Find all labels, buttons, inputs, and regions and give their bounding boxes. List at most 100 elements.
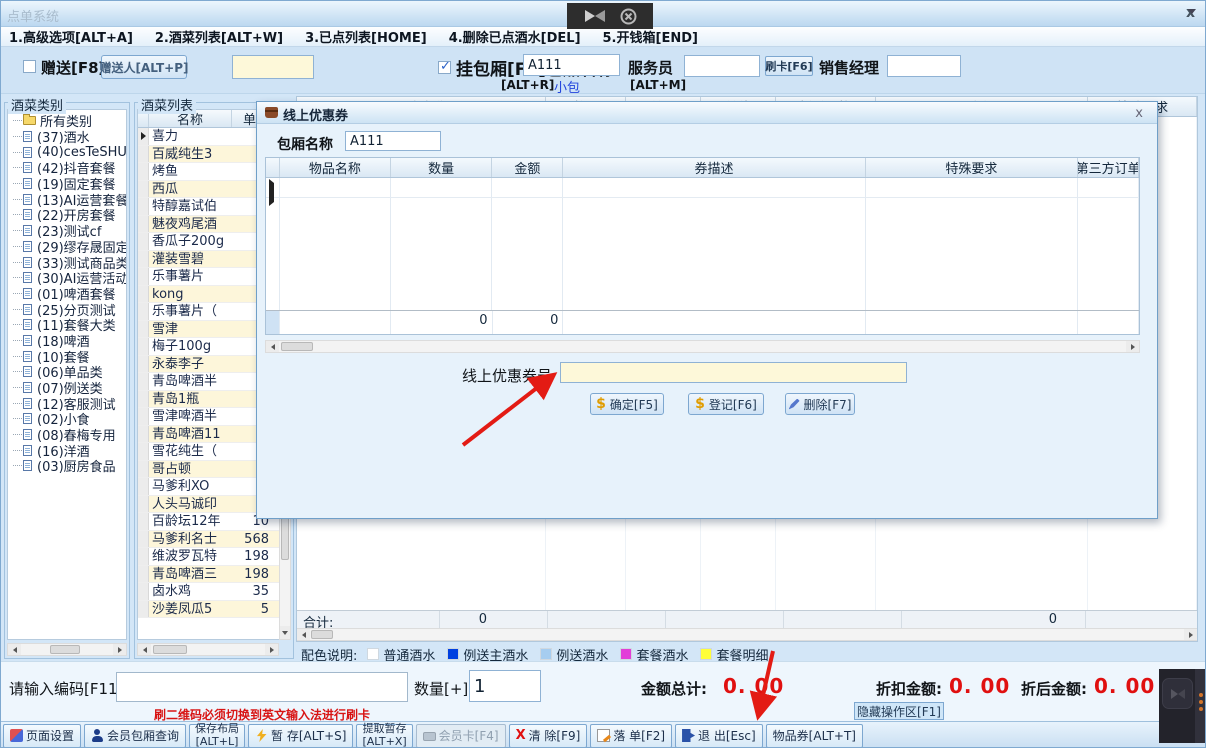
scroll-thumb[interactable] bbox=[50, 645, 80, 654]
taskbar-button-提取暂存[interactable]: 提取暂存[ALT+X] bbox=[356, 724, 412, 748]
register-button[interactable]: $登记[F6] bbox=[688, 393, 764, 415]
taskbar-button-保存布局[interactable]: 保存布局[ALT+L] bbox=[189, 724, 245, 748]
dish-name-cell: 喜力 bbox=[149, 128, 232, 145]
taskbar-button-会员包厢查询[interactable]: 会员包厢查询 bbox=[84, 724, 186, 748]
category-item[interactable]: (37)酒水 bbox=[8, 129, 126, 145]
dish-price-cell: 568 bbox=[232, 531, 280, 548]
recorder-menu-dots-icon[interactable] bbox=[1199, 700, 1203, 704]
legend-swatch bbox=[367, 648, 379, 660]
gift-person-input[interactable] bbox=[232, 55, 314, 79]
coupon-number-input[interactable] bbox=[560, 362, 907, 383]
menu-item-3[interactable]: 3.已点列表[HOME] bbox=[305, 27, 427, 46]
coupon-column-header: 第三方订单 bbox=[1078, 158, 1139, 177]
dialog-room-input[interactable] bbox=[345, 131, 441, 151]
taskbar-button-会员卡F4[interactable]: 会员卡[F4] bbox=[416, 724, 506, 748]
row-selector bbox=[138, 548, 149, 565]
taskbar-button-label: 保存布局 bbox=[195, 723, 239, 736]
row-selector bbox=[138, 216, 149, 233]
hide-panel-button[interactable]: 隐藏操作区[F1] bbox=[854, 702, 944, 720]
row-selector bbox=[138, 146, 149, 163]
tree-connector bbox=[13, 340, 22, 341]
delete-button[interactable]: 删除[F7] bbox=[785, 393, 855, 415]
taskbar-button-退出Esc[interactable]: 退 出[Esc] bbox=[675, 724, 763, 748]
quantity-input[interactable] bbox=[469, 670, 541, 702]
doc-icon bbox=[23, 351, 32, 362]
dish-name-cell: 哥占顿 bbox=[149, 461, 232, 478]
scroll-right-icon[interactable] bbox=[1126, 341, 1139, 352]
dish-row[interactable]: 青岛啤酒三198 bbox=[138, 566, 280, 584]
legend-swatch bbox=[700, 648, 712, 660]
scroll-right-icon[interactable] bbox=[113, 644, 126, 655]
scroll-down-icon[interactable] bbox=[280, 626, 290, 639]
bottom-panel: 请输入编码[F11]: 刷二维码必须切换到英文输入法进行刷卡 数量[+]: 金额… bbox=[1, 661, 1205, 721]
waiter-input[interactable] bbox=[684, 55, 760, 77]
row-selector bbox=[138, 198, 149, 215]
scroll-left-icon[interactable] bbox=[297, 629, 310, 640]
taskbar-button-页面设置[interactable]: 页面设置 bbox=[3, 724, 81, 748]
recorder-close-icon[interactable] bbox=[620, 8, 637, 25]
dollar-icon: $ bbox=[596, 396, 606, 412]
waiter-shortcut-label: [ALT+M] bbox=[630, 78, 686, 92]
category-panel-title: 酒菜类别 bbox=[8, 95, 66, 114]
menu-overflow-chevron-icon[interactable] bbox=[1188, 9, 1196, 14]
coupon-summary-cell: 0 bbox=[493, 311, 564, 334]
menu-bar: 1.高级选项[ALT+A] 2.酒菜列表[ALT+W] 3.已点列表[HOME] 4.… bbox=[1, 27, 1205, 47]
code-input[interactable] bbox=[116, 672, 408, 702]
row-selector bbox=[138, 583, 149, 600]
menu-item-2[interactable]: 2.酒菜列表[ALT+W] bbox=[155, 27, 283, 46]
row-selector bbox=[138, 513, 149, 530]
coupon-purse-icon bbox=[265, 107, 278, 118]
swipe-card-button[interactable]: 刷卡[F6] bbox=[765, 56, 813, 76]
row-selector bbox=[138, 163, 149, 180]
category-item-label: (37)酒水 bbox=[37, 127, 90, 146]
dish-row[interactable]: 沙姜凤瓜55 bbox=[138, 601, 280, 619]
coupon-grid-summary: 00 bbox=[266, 310, 1139, 334]
category-item[interactable]: (03)厨房食品 bbox=[8, 458, 126, 474]
row-selector bbox=[138, 408, 149, 425]
room-checkbox[interactable] bbox=[438, 61, 451, 74]
menu-item-4[interactable]: 4.删除已点酒水[DEL] bbox=[449, 27, 581, 46]
gift-checkbox[interactable] bbox=[23, 60, 36, 73]
scroll-left-icon[interactable] bbox=[138, 644, 151, 655]
coupon-summary-cell: 0 bbox=[391, 311, 493, 334]
after-discount-label: 折后金额: bbox=[1021, 678, 1087, 699]
scroll-thumb[interactable] bbox=[281, 342, 313, 351]
tree-connector bbox=[13, 136, 22, 137]
row-selector bbox=[138, 601, 149, 618]
taskbar-button-落单F2[interactable]: 落 单[F2] bbox=[590, 724, 672, 748]
coupon-grid-hscrollbar bbox=[265, 340, 1140, 353]
recorder-widget-icon[interactable] bbox=[1162, 678, 1193, 709]
dish-row[interactable]: 卤水鸡35 bbox=[138, 583, 280, 601]
dish-row[interactable]: 马爹利名士568 bbox=[138, 531, 280, 549]
dialog-close-icon[interactable]: x bbox=[1135, 106, 1143, 121]
scroll-left-icon[interactable] bbox=[8, 644, 21, 655]
tree-connector bbox=[13, 262, 22, 263]
recorder-flag-icon[interactable] bbox=[584, 9, 606, 23]
tree-connector bbox=[13, 418, 22, 419]
taskbar-button-清除F9[interactable]: X清 除[F9] bbox=[509, 724, 588, 748]
menu-item-5[interactable]: 5.开钱箱[END] bbox=[603, 27, 698, 46]
menu-item-1[interactable]: 1.高级选项[ALT+A] bbox=[9, 27, 133, 46]
dish-price-cell: 198 bbox=[232, 548, 280, 565]
legend-swatch bbox=[620, 648, 632, 660]
coupon-summary-cell bbox=[1078, 311, 1139, 334]
sales-manager-input[interactable] bbox=[887, 55, 961, 77]
total-quantity: 0 bbox=[417, 612, 487, 627]
row-selector-icon bbox=[141, 132, 146, 140]
gift-person-button[interactable]: 赠送人[ALT+P] bbox=[101, 55, 187, 79]
scroll-right-icon[interactable] bbox=[265, 644, 278, 655]
confirm-button[interactable]: $确定[F5] bbox=[590, 393, 664, 415]
taskbar-button-物品券ALTT[interactable]: 物品券[ALT+T] bbox=[766, 724, 863, 748]
scroll-thumb[interactable] bbox=[311, 630, 333, 639]
recorder-menu-dots-icon[interactable] bbox=[1199, 707, 1203, 711]
scroll-thumb[interactable] bbox=[153, 645, 187, 654]
recorder-menu-dots-icon[interactable] bbox=[1199, 693, 1203, 697]
room-name-input[interactable] bbox=[523, 54, 620, 76]
taskbar-button-shortcut: [ALT+L] bbox=[196, 736, 239, 748]
category-item-label: (03)厨房食品 bbox=[37, 456, 116, 475]
dish-name-cell: 青岛啤酒三 bbox=[149, 566, 232, 583]
taskbar-button-暂存ALTS[interactable]: 暂 存[ALT+S] bbox=[248, 724, 353, 748]
scroll-right-icon[interactable] bbox=[1184, 629, 1197, 640]
scroll-left-icon[interactable] bbox=[266, 341, 279, 352]
dish-row[interactable]: 维波罗瓦特198 bbox=[138, 548, 280, 566]
